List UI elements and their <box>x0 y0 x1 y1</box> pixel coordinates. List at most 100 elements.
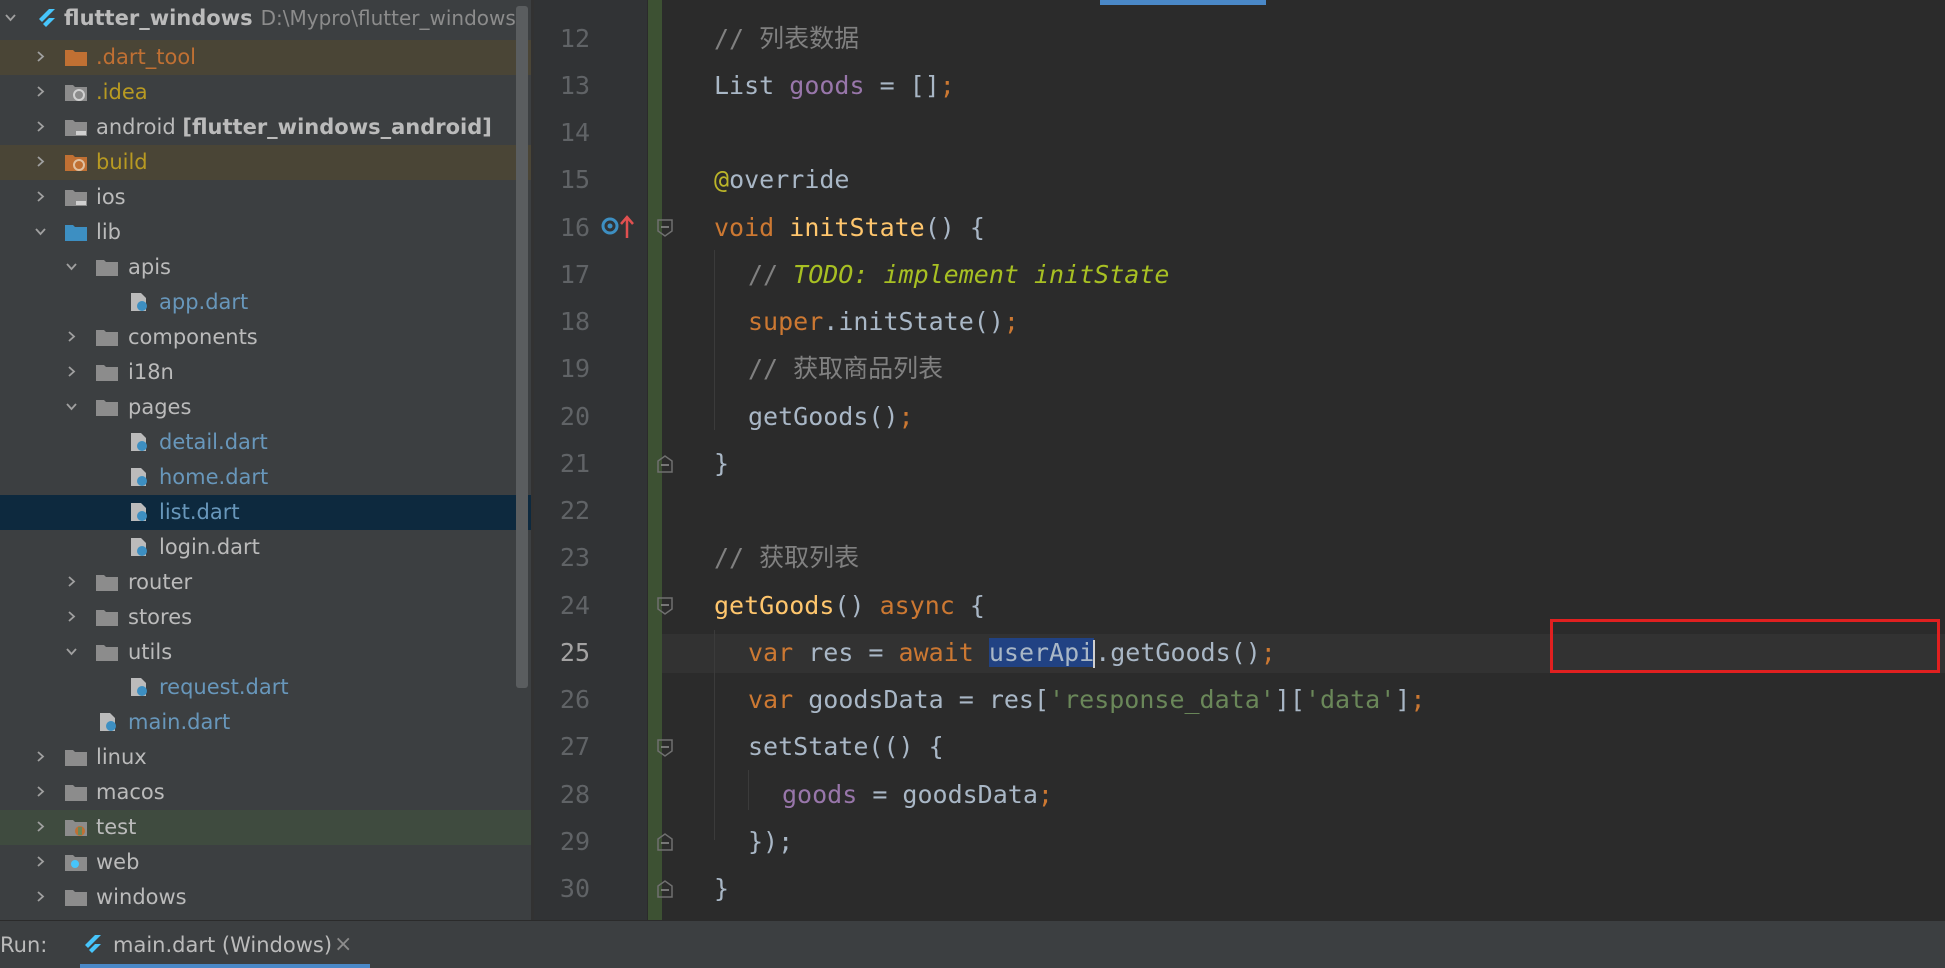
code-line-28[interactable]: goods = goodsData; <box>782 780 1053 810</box>
code-line-29[interactable]: }); <box>748 827 793 857</box>
test-folder-icon <box>65 820 87 836</box>
tree-label-detail-dart: detail.dart <box>159 430 268 454</box>
tree-row-android[interactable]: android [flutter_windows_android] <box>0 110 531 145</box>
folder-icon <box>96 330 118 346</box>
tree-row-components[interactable]: components <box>0 320 531 355</box>
tree-row-utils[interactable]: utils <box>0 635 531 670</box>
chevron-right-icon[interactable] <box>35 891 46 902</box>
tree-row-windows[interactable]: windows <box>0 880 531 915</box>
code-line-15[interactable]: @override <box>714 165 849 195</box>
chevron-right-icon[interactable] <box>35 86 46 97</box>
tree-row-test[interactable]: test <box>0 810 531 845</box>
web-folder-icon <box>65 855 87 871</box>
code-line-26[interactable]: var goodsData = res['response_data']['da… <box>748 685 1425 715</box>
code-line-24[interactable]: getGoods() async { <box>714 591 985 621</box>
code-line-27[interactable]: setState(() { <box>748 732 944 762</box>
chevron-right-icon[interactable] <box>35 121 46 132</box>
tree-row-app-dart[interactable]: app.dart <box>0 285 531 320</box>
fold-collapse-icon[interactable] <box>657 739 673 757</box>
tree-row-request-dart[interactable]: request.dart <box>0 670 531 705</box>
override-method-icon[interactable] <box>601 214 637 240</box>
run-tab-main-dart[interactable]: main.dart (Windows) × <box>80 921 370 968</box>
tree-row-ios[interactable]: ios <box>0 180 531 215</box>
code-comment: 获取商品列表 <box>793 354 944 383</box>
tree-row-macos[interactable]: macos <box>0 775 531 810</box>
chevron-down-icon[interactable] <box>35 226 46 237</box>
chevron-right-icon[interactable] <box>66 611 77 622</box>
chevron-right-icon[interactable] <box>66 331 77 342</box>
code-line-12[interactable]: // 列表数据 <box>714 24 859 54</box>
tree-row-router[interactable]: router <box>0 565 531 600</box>
code-line-13[interactable]: List goods = []; <box>714 71 955 101</box>
code-semicolon: ; <box>1003 307 1019 336</box>
config-folder-icon <box>65 85 87 101</box>
fold-collapse-icon[interactable] <box>657 219 673 237</box>
code-line-16[interactable]: void initState() { <box>714 213 985 243</box>
selected-identifier[interactable]: userApi <box>988 638 1095 667</box>
code-line-17[interactable]: // TODO: implement initState <box>748 260 1169 290</box>
code-line-20[interactable]: getGoods(); <box>748 402 914 432</box>
code-string: 'response_data' <box>1049 685 1275 714</box>
run-tab-active-indicator <box>80 964 370 968</box>
chevron-down-icon[interactable] <box>66 261 77 272</box>
chevron-down-icon[interactable] <box>5 12 16 23</box>
chevron-right-icon[interactable] <box>35 51 46 62</box>
tree-row-dart-tool[interactable]: .dart_tool <box>0 40 531 75</box>
fold-end-icon[interactable] <box>657 455 673 473</box>
code-line-25[interactable]: var res = await userApi.getGoods(); <box>748 638 1276 668</box>
code-text: ] <box>1395 685 1411 714</box>
tree-row-web[interactable]: web <box>0 845 531 880</box>
chevron-right-icon[interactable] <box>66 366 77 377</box>
tree-row-lib[interactable]: lib <box>0 215 531 250</box>
tree-row-build[interactable]: build <box>0 145 531 180</box>
tree-row-pages[interactable]: pages <box>0 390 531 425</box>
tree-row-root[interactable]: flutter_windows D:\Mypro\flutter_windows <box>0 1 531 36</box>
tree-row-idea[interactable]: .idea <box>0 75 531 110</box>
code-comment: // <box>748 260 794 289</box>
tree-row-list-dart[interactable]: list.dart <box>0 495 531 530</box>
tree-label-linux: linux <box>96 745 147 769</box>
tree-row-linux[interactable]: linux <box>0 740 531 775</box>
chevron-right-icon[interactable] <box>66 576 77 587</box>
flutter-icon <box>85 935 101 953</box>
code-line-30[interactable]: } <box>714 874 729 904</box>
sidebar-scrollbar[interactable] <box>516 6 528 688</box>
code-editor[interactable]: 12 13 14 15 16 17 18 19 20 21 22 23 24 2… <box>534 0 1945 920</box>
code-line-18[interactable]: super.initState(); <box>748 307 1019 337</box>
code-keyword: await <box>898 638 989 667</box>
code-text: }); <box>748 827 794 856</box>
code-line-23[interactable]: // 获取列表 <box>714 543 859 573</box>
close-icon[interactable]: × <box>334 932 352 957</box>
tree-row-login-dart[interactable]: login.dart <box>0 530 531 565</box>
chevron-right-icon[interactable] <box>35 856 46 867</box>
code-text: } <box>714 449 730 478</box>
tree-row-home-dart[interactable]: home.dart <box>0 460 531 495</box>
chevron-right-icon[interactable] <box>35 191 46 202</box>
chevron-down-icon[interactable] <box>66 646 77 657</box>
line-number: 15 <box>559 165 590 194</box>
fold-collapse-icon[interactable] <box>657 597 673 615</box>
fold-end-icon[interactable] <box>657 880 673 898</box>
tree-row-detail-dart[interactable]: detail.dart <box>0 425 531 460</box>
chevron-right-icon[interactable] <box>35 156 46 167</box>
project-name: flutter_windows <box>64 6 253 30</box>
tree-row-stores[interactable]: stores <box>0 600 531 635</box>
chevron-down-icon[interactable] <box>66 401 77 412</box>
tree-row-i18n[interactable]: i18n <box>0 355 531 390</box>
dart-file-icon <box>100 713 116 731</box>
folder-icon <box>96 260 118 276</box>
code-line-19[interactable]: // 获取商品列表 <box>748 354 943 384</box>
tree-label-macos: macos <box>96 780 165 804</box>
dart-file-icon <box>131 678 147 696</box>
chevron-right-icon[interactable] <box>35 751 46 762</box>
tree-row-apis[interactable]: apis <box>0 250 531 285</box>
folder-icon <box>96 365 118 381</box>
run-tool-window-bar: Run: main.dart (Windows) × <box>0 920 1945 968</box>
code-line-21[interactable]: } <box>714 449 729 479</box>
code-text: = goodsData <box>857 780 1038 809</box>
code-comment: // <box>714 24 760 53</box>
chevron-right-icon[interactable] <box>35 786 46 797</box>
chevron-right-icon[interactable] <box>35 821 46 832</box>
fold-end-icon[interactable] <box>657 833 673 851</box>
tree-row-main-dart[interactable]: main.dart <box>0 705 531 740</box>
